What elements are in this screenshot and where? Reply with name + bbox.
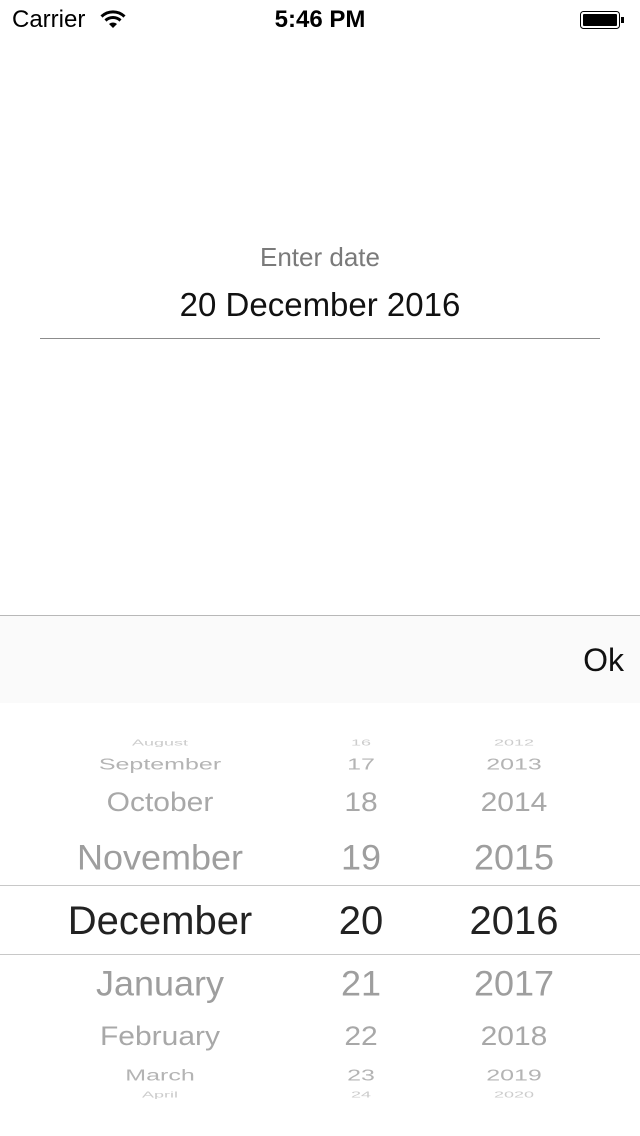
picker-month-option[interactable]: March bbox=[125, 1068, 194, 1084]
picker-year-option[interactable]: 2019 bbox=[486, 1068, 542, 1084]
picker-year-option[interactable]: 2018 bbox=[481, 1023, 548, 1050]
picker-toolbar: Ok bbox=[0, 615, 640, 704]
ok-button[interactable]: Ok bbox=[583, 642, 624, 679]
picker-day-option[interactable]: 21 bbox=[341, 966, 381, 1002]
picker-month-option[interactable]: August bbox=[132, 739, 188, 747]
status-bar: Carrier 5:46 PM bbox=[0, 0, 640, 40]
picker-year-option[interactable]: 2020 bbox=[494, 1091, 534, 1099]
picker-month-option[interactable]: February bbox=[100, 1023, 220, 1050]
picker-day-option[interactable]: 24 bbox=[351, 1091, 371, 1099]
date-field-label: Enter date bbox=[260, 242, 380, 272]
picker-day-option[interactable]: 16 bbox=[351, 739, 371, 747]
picker-day-option[interactable]: 22 bbox=[344, 1023, 377, 1050]
date-picker[interactable]: August September October November December Ja… bbox=[0, 703, 640, 1136]
picker-year-option[interactable]: 2015 bbox=[474, 840, 554, 876]
status-time: 5:46 PM bbox=[274, 6, 366, 33]
selection-top-line bbox=[0, 885, 640, 886]
picker-day-option[interactable]: 23 bbox=[347, 1068, 375, 1084]
picker-day-option[interactable]: 17 bbox=[347, 757, 375, 773]
picker-year-option[interactable]: 2012 bbox=[494, 739, 534, 747]
picker-day-option[interactable]: 18 bbox=[344, 789, 377, 816]
picker-month-option[interactable]: October bbox=[107, 789, 214, 816]
selection-bottom-line bbox=[0, 954, 640, 955]
picker-year-option[interactable]: 2014 bbox=[481, 789, 548, 816]
date-field[interactable]: 20 December 2016 bbox=[0, 286, 640, 324]
picker-month-option[interactable]: December bbox=[68, 901, 253, 941]
date-field-underline bbox=[40, 338, 600, 339]
picker-year-option[interactable]: 2016 bbox=[470, 901, 559, 941]
picker-month-option[interactable]: January bbox=[96, 966, 224, 1002]
battery-icon bbox=[580, 11, 624, 29]
picker-month-option[interactable]: April bbox=[142, 1091, 178, 1099]
picker-day-option[interactable]: 19 bbox=[341, 840, 381, 876]
picker-day-option[interactable]: 20 bbox=[339, 901, 384, 941]
picker-year-option[interactable]: 2013 bbox=[486, 757, 542, 773]
picker-year-option[interactable]: 2017 bbox=[474, 966, 554, 1002]
picker-month-option[interactable]: September bbox=[99, 757, 221, 773]
picker-month-option[interactable]: November bbox=[77, 840, 243, 876]
